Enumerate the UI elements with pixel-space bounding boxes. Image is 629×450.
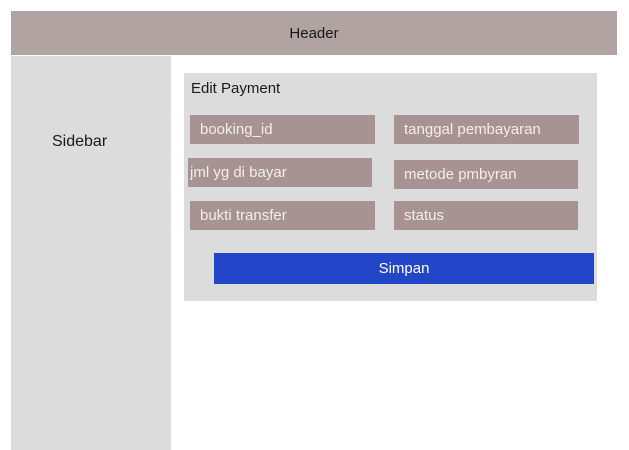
- sidebar-label: Sidebar: [52, 133, 108, 150]
- save-button[interactable]: Simpan: [214, 253, 594, 284]
- metode-pmbyran-field[interactable]: [394, 160, 578, 189]
- booking-id-field[interactable]: [190, 115, 375, 144]
- page-header: Header: [11, 11, 617, 55]
- edit-payment-form: Edit Payment Simpan: [184, 73, 597, 301]
- bukti-transfer-field[interactable]: [190, 201, 375, 230]
- status-field[interactable]: [394, 201, 578, 230]
- header-title: Header: [289, 24, 339, 42]
- sidebar: Sidebar: [11, 56, 171, 450]
- jml-yg-di-bayar-field[interactable]: [188, 158, 372, 187]
- form-title: Edit Payment: [191, 80, 281, 97]
- tanggal-pembayaran-field[interactable]: [394, 115, 579, 144]
